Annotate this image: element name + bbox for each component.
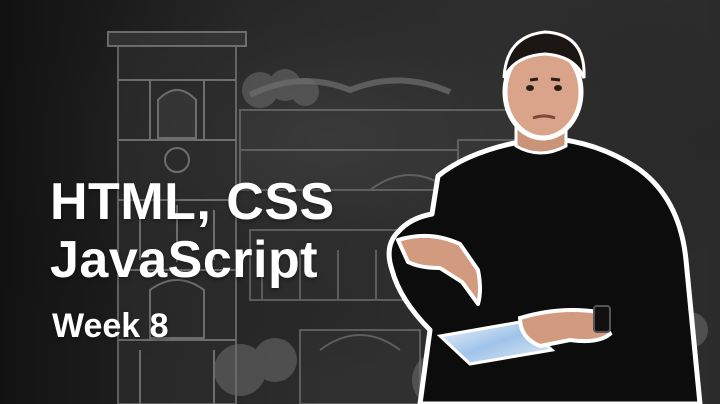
presenter-watch — [593, 305, 611, 333]
video-thumbnail[interactable]: HTML, CSS JavaScript Week 8 — [0, 0, 720, 404]
week-label: Week 8 — [52, 307, 169, 345]
title-line-javascript: JavaScript — [50, 231, 319, 289]
title-line-html-css: HTML, CSS — [50, 173, 335, 231]
thumbnail-title: HTML, CSS JavaScript — [50, 176, 335, 286]
